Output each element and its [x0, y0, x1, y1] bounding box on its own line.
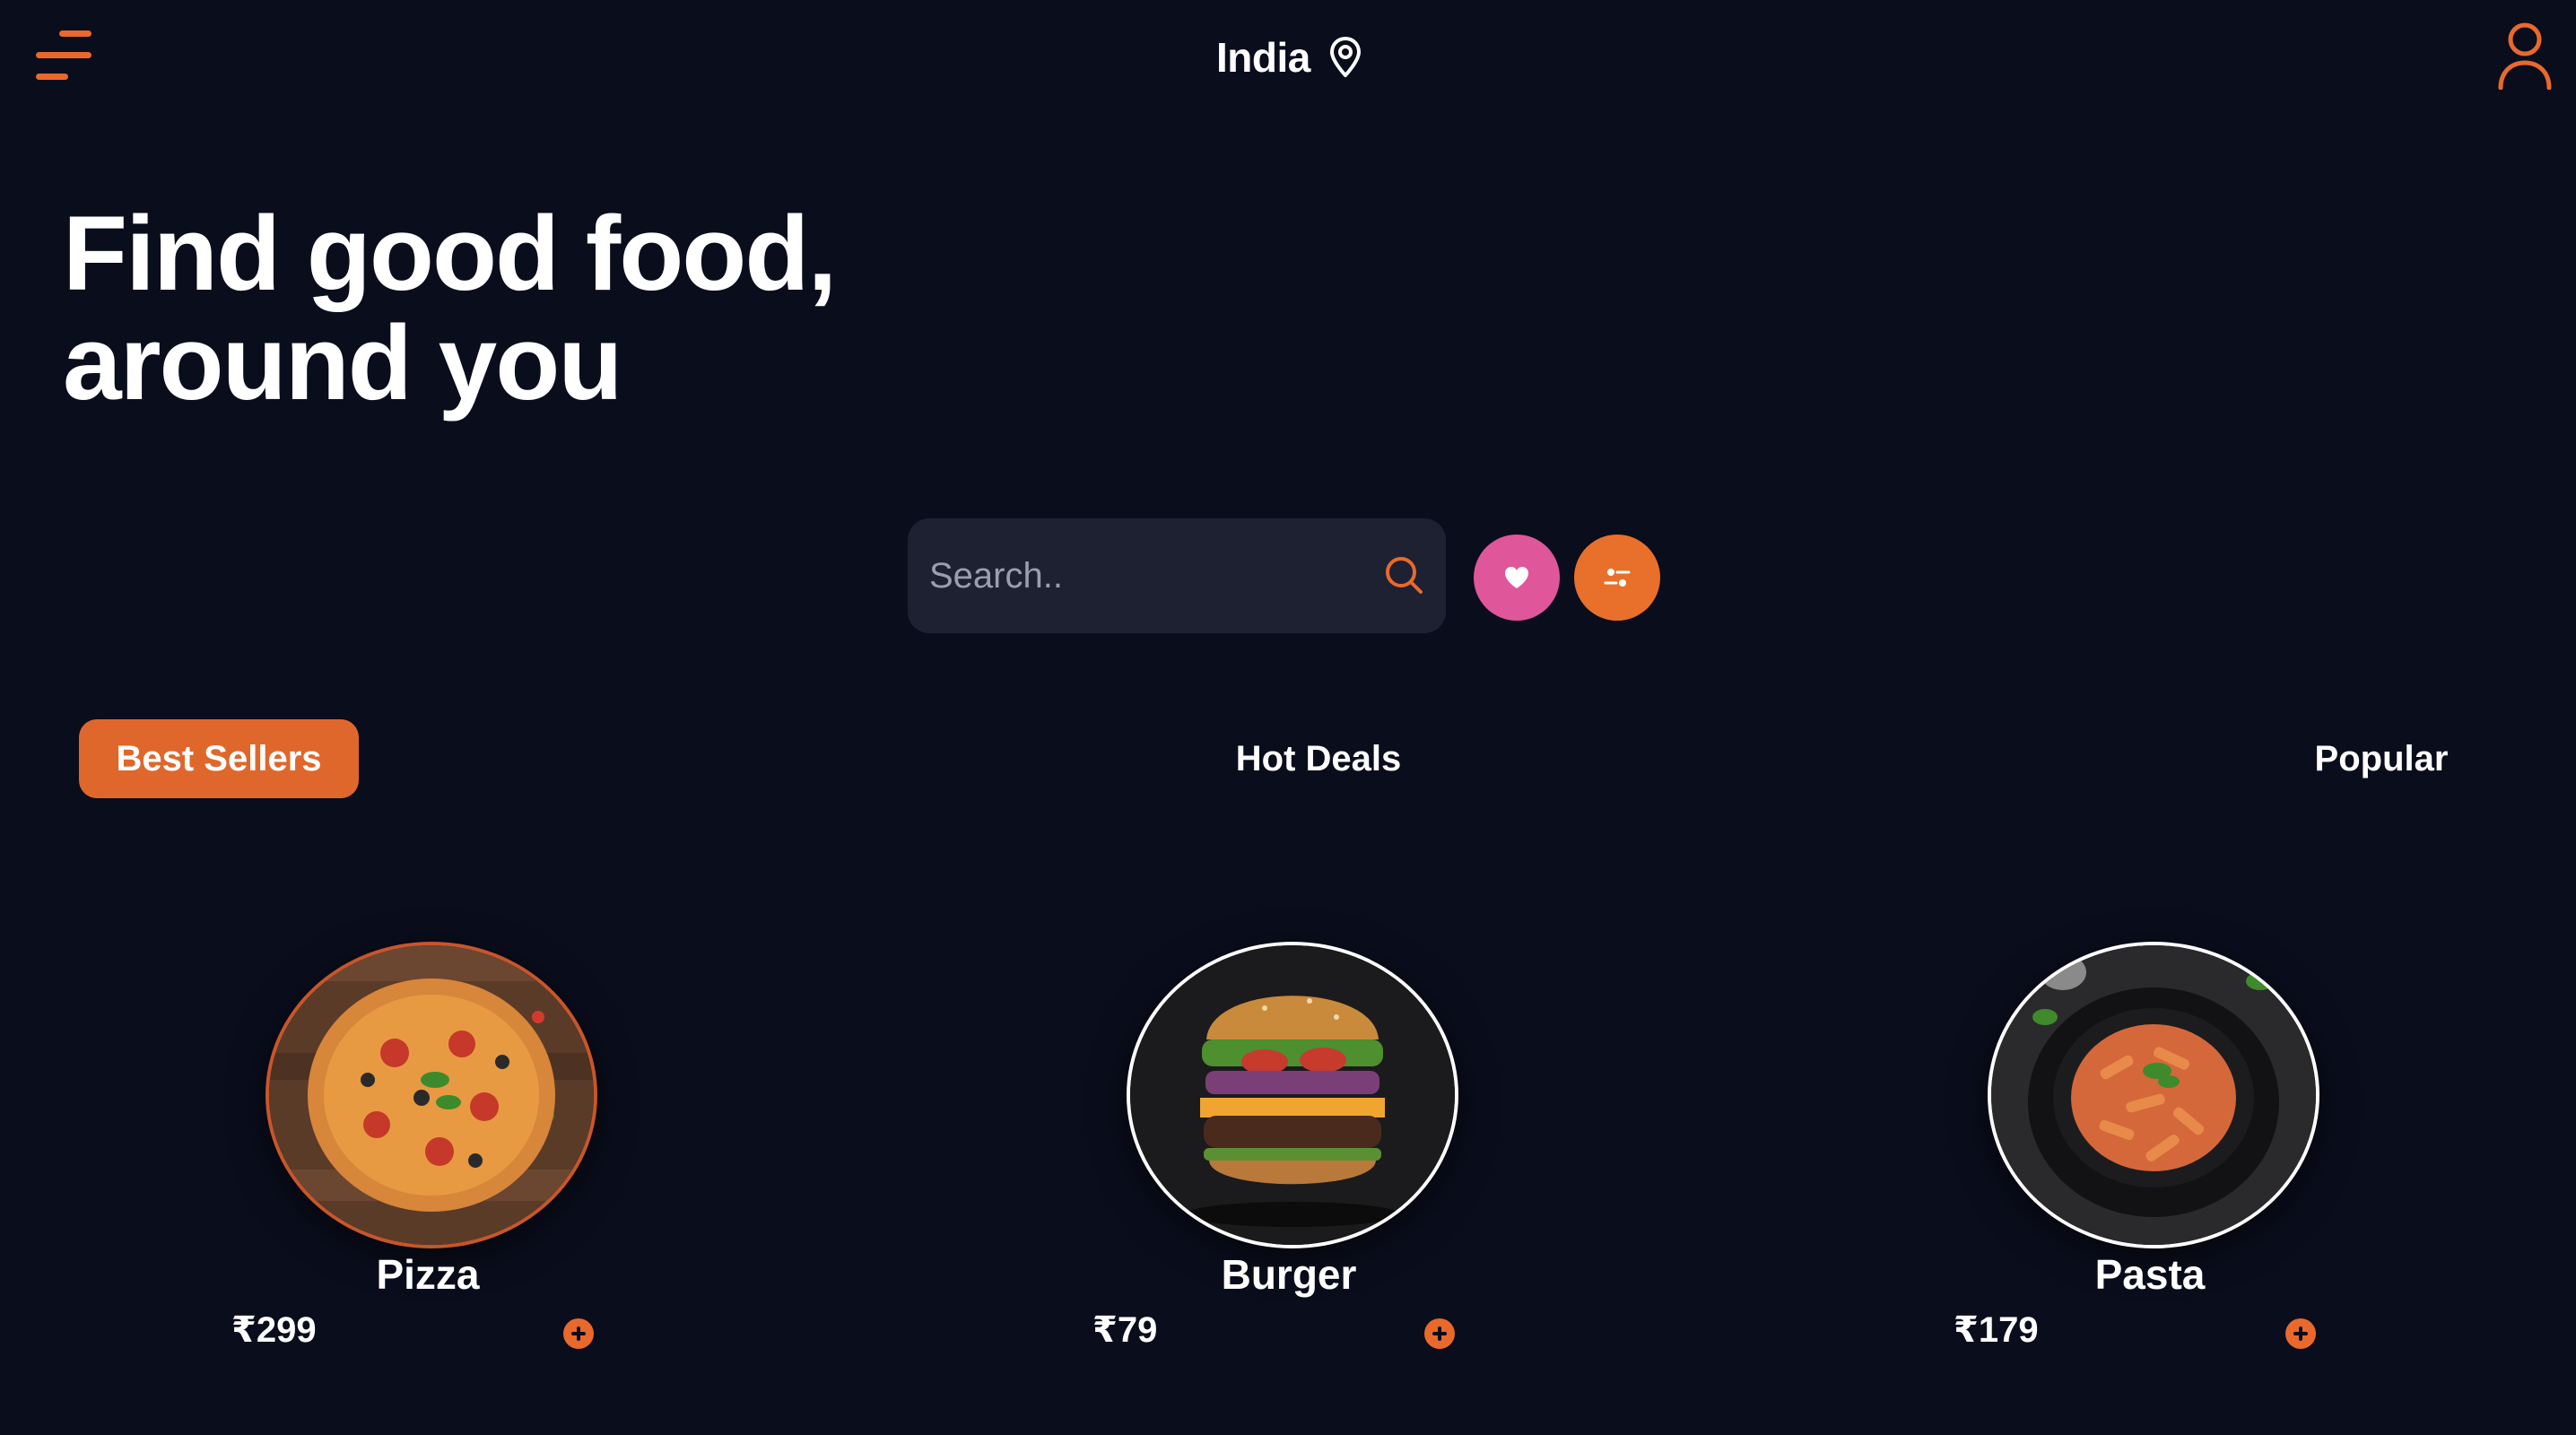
pizza-image [265, 942, 597, 1248]
sliders-icon [1604, 569, 1631, 587]
tab-popular[interactable]: Popular [2269, 719, 2493, 798]
search-icon[interactable] [1381, 552, 1428, 599]
dish-name: Pasta [2094, 1251, 2206, 1298]
dish-price: ₹299 [231, 1310, 317, 1350]
dish-card-pasta[interactable]: Pasta ₹179 [1937, 942, 2368, 1372]
map-pin-icon [1329, 37, 1361, 77]
dish-card-burger[interactable]: Burger ₹79 [1076, 942, 1507, 1372]
tab-best-sellers[interactable]: Best Sellers [79, 719, 359, 798]
filter-button[interactable] [1574, 535, 1660, 621]
heart-icon [1505, 567, 1528, 588]
user-profile-icon[interactable] [2497, 22, 2553, 90]
dish-name: Pizza [376, 1251, 480, 1298]
hero-title-line-1: Find good food, [63, 195, 837, 313]
favorites-button[interactable] [1474, 535, 1560, 621]
burger-image [1127, 942, 1458, 1248]
search-input[interactable] [929, 518, 1360, 633]
location-selector[interactable]: India [1216, 30, 1362, 84]
hamburger-menu-icon[interactable] [36, 27, 93, 83]
location-label: India [1216, 34, 1310, 81]
add-to-cart-icon[interactable] [2285, 1318, 2316, 1349]
add-to-cart-icon[interactable] [563, 1318, 594, 1349]
app-page: India Find good food, around you Search.… [0, 0, 2576, 1435]
dish-price: ₹79 [1092, 1310, 1158, 1350]
dish-card-pizza[interactable]: Pizza ₹299 [215, 942, 646, 1372]
dish-price: ₹179 [1954, 1310, 2039, 1350]
hero-title-line-2: around you [63, 304, 622, 422]
tab-hot-deals[interactable]: Hot Deals [1202, 719, 1435, 798]
dish-name: Burger [1221, 1251, 1357, 1298]
search-bar [908, 518, 1446, 633]
pasta-image [1988, 942, 2319, 1248]
hero-title: Find good food, around you [63, 199, 837, 418]
add-to-cart-icon[interactable] [1424, 1318, 1455, 1349]
